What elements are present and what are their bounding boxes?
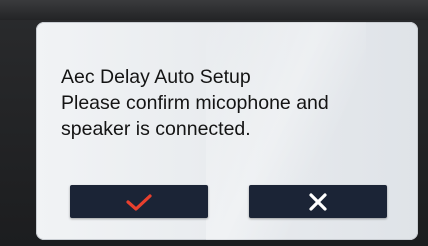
aec-setup-dialog: Aec Delay Auto Setup Please confirm mico… <box>36 22 418 240</box>
dialog-message-line-2: speaker is connected. <box>61 118 251 140</box>
dialog-message-line-1: Please confirm micophone and <box>61 92 329 114</box>
dialog-title: Aec Delay Auto Setup <box>61 66 251 88</box>
check-icon <box>126 193 152 211</box>
screen-bezel <box>0 0 428 20</box>
dialog-message: Aec Delay Auto Setup Please confirm mico… <box>61 64 401 142</box>
cancel-button[interactable] <box>249 185 387 218</box>
close-icon <box>309 192 327 211</box>
device-screen: Aec Delay Auto Setup Please confirm mico… <box>0 0 428 246</box>
confirm-button[interactable] <box>70 185 208 218</box>
